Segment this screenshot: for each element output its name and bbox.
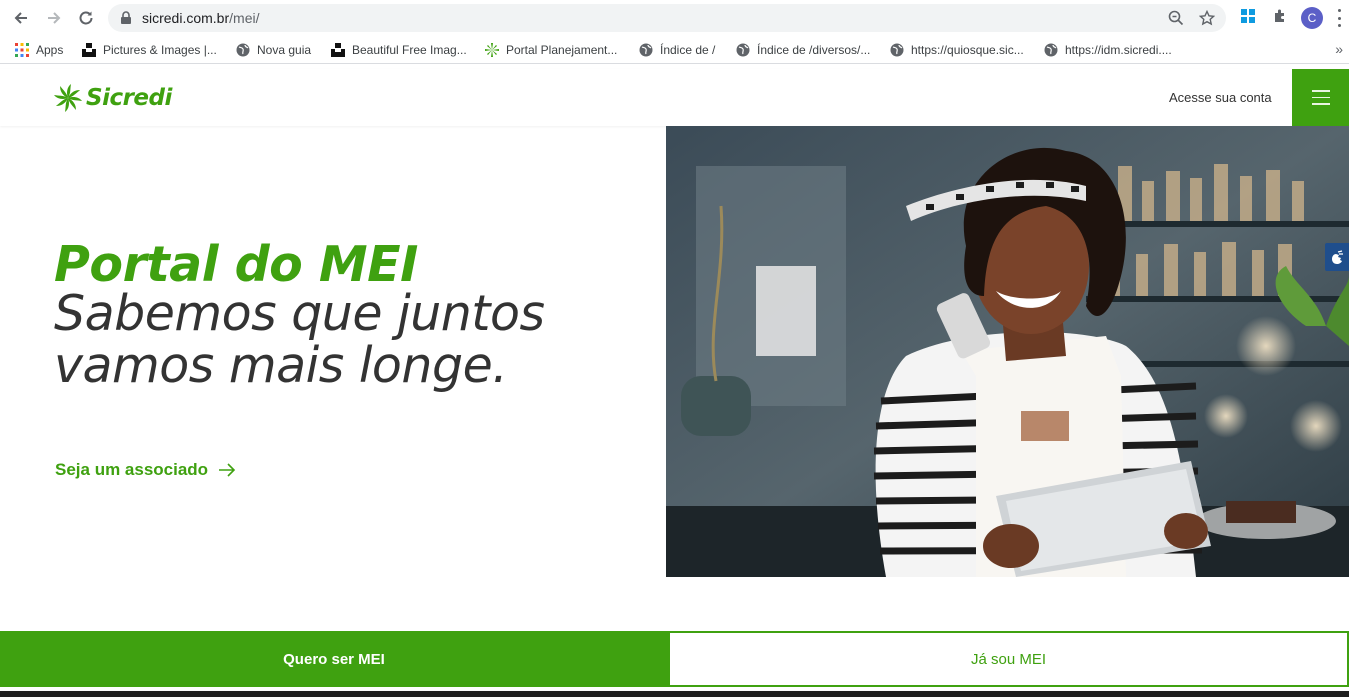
hero-subtitle-line: vamos mais longe. [54,337,508,394]
menu-line-icon [1311,90,1330,92]
bookmark-label: https://quiosque.sic... [911,43,1024,57]
globe-icon [889,42,905,58]
bookmark-idm[interactable]: https://idm.sicredi.... [1043,41,1172,59]
forward-arrow-icon [48,12,61,24]
bookmark-label: Apps [36,43,64,57]
bookmark-beautiful-free[interactable]: Beautiful Free Imag... [330,41,467,59]
reload-icon [79,11,93,25]
tab-label: Já sou MEI [970,650,1047,668]
bookmark-indice-diversos[interactable]: Índice de /diversos/... [735,41,870,59]
reload-button[interactable] [75,7,97,29]
hero-photo-illustration [666,126,1349,577]
url-text: sicredi.com.br/mei/ [142,10,260,26]
back-button[interactable] [10,7,32,29]
windows-extension-icon[interactable] [1240,8,1256,24]
hero-subtitle: Sabemos que juntos vamos mais longe. [54,288,545,392]
browser-menu-icon[interactable] [1336,9,1342,27]
tab-quero-ser-mei[interactable]: Quero ser MEI [0,631,668,696]
bookmark-quiosque[interactable]: https://quiosque.sic... [889,41,1024,59]
bookmark-portal-planejamento[interactable]: Portal Planejament... [484,41,617,59]
bookmark-label: Pictures & Images |... [103,43,217,57]
bookmark-label: Portal Planejament... [506,43,618,57]
globe-icon [235,42,251,58]
globe-icon [1043,42,1059,58]
cta-label: Seja um associado [55,460,209,479]
profile-avatar[interactable]: C [1301,7,1323,29]
bookmark-label: Índice de /diversos/... [757,43,871,57]
bottom-section-edge [0,687,1349,697]
tab-ja-sou-mei[interactable]: Já sou MEI [668,631,1349,687]
globe-icon [638,42,654,58]
bookmark-label: https://idm.sicredi.... [1065,43,1172,57]
unsplash-icon [81,42,97,58]
mei-tabs: Quero ser MEI Já sou MEI [0,631,1349,696]
hero-subtitle-line: Sabemos que juntos [54,285,545,342]
account-login-link[interactable]: Acesse sua conta [1169,90,1272,105]
sicredi-icon [484,42,500,58]
bookmarks-overflow-chevron-icon[interactable]: » [1335,41,1343,57]
bookmark-apps[interactable]: Apps [14,41,63,59]
dark-section-edge [0,691,1349,697]
bookmark-label: Beautiful Free Imag... [352,43,467,57]
globe-icon [735,42,751,58]
address-bar[interactable]: sicredi.com.br/mei/ [108,4,1226,32]
sicredi-logo[interactable]: Sicredi [54,83,172,113]
unsplash-icon [330,42,346,58]
bookmark-nova-guia[interactable]: Nova guia [235,41,311,59]
site-header: Sicredi Acesse sua conta [0,69,1349,126]
hero-photo [666,126,1349,577]
bookmark-pictures[interactable]: Pictures & Images |... [81,41,217,59]
lock-icon [121,11,131,24]
logo-text: Sicredi [86,85,172,111]
bookmark-indice[interactable]: Índice de / [638,41,715,59]
extensions-puzzle-icon[interactable] [1272,8,1288,24]
sicredi-logo-icon [54,84,82,112]
bookmark-label: Índice de / [660,43,716,57]
menu-line-icon [1311,96,1330,99]
sign-language-hands-icon [1332,250,1343,264]
bookmark-label: Nova guia [257,43,312,57]
menu-line-icon [1311,103,1330,105]
back-arrow-icon [14,12,27,24]
hamburger-menu-button[interactable] [1292,69,1349,126]
apps-grid-icon [14,42,30,58]
browser-toolbar: sicredi.com.br/mei/ C [0,0,1349,36]
star-bookmark-icon[interactable] [1199,10,1215,26]
become-member-link[interactable]: Seja um associado [55,460,236,480]
zoom-icon[interactable] [1168,10,1184,26]
forward-button[interactable] [43,7,65,29]
accessibility-vlibras-button[interactable] [1325,243,1349,271]
bookmarks-bar: Apps Pictures & Images |... Nova guia Be… [0,36,1349,64]
tab-label: Quero ser MEI [283,650,385,668]
arrow-right-icon [219,463,236,477]
